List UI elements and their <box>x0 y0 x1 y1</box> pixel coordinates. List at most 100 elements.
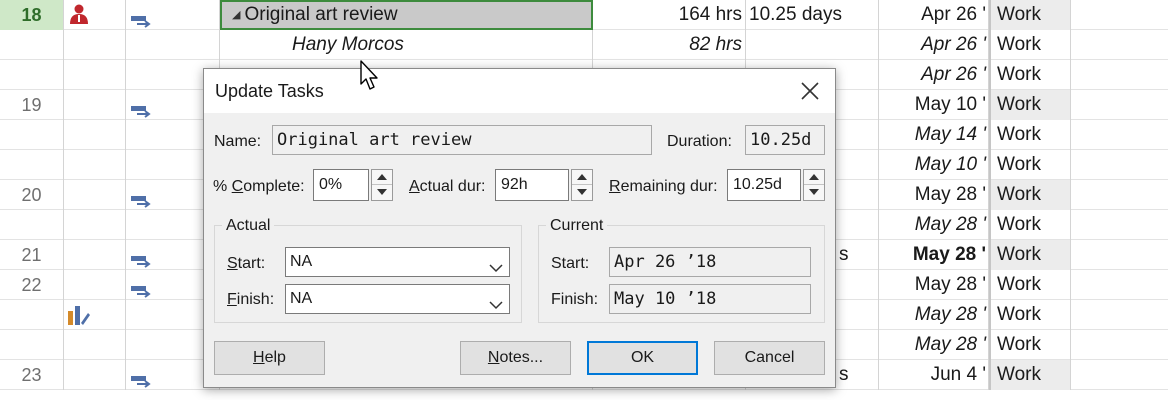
remaining-duration-label: Remaining dur: <box>609 178 718 195</box>
actual-duration-input[interactable]: 92h <box>495 169 569 201</box>
notes-button[interactable]: Notes... <box>460 341 571 375</box>
task-mode-cell[interactable] <box>126 30 220 60</box>
indicator-cell <box>64 120 126 150</box>
update-tasks-dialog: Update Tasks Name: Original art review D… <box>203 68 836 388</box>
work-cell[interactable]: 164 hrs <box>593 0 746 30</box>
table-row[interactable]: Hany Morcos 82 hrs Apr 26 ' Work <box>0 30 1168 60</box>
duration-cell[interactable]: 10.25 days <box>746 0 879 30</box>
task-name-cell[interactable]: Hany Morcos <box>220 30 593 60</box>
actual-finish-combo[interactable]: NA <box>285 284 510 314</box>
start-cell[interactable]: May 10 ' <box>879 90 989 120</box>
percent-complete-label: % Complete: <box>213 178 305 195</box>
start-cell[interactable]: May 28 ' <box>879 300 989 330</box>
empty-cell <box>1071 300 1168 330</box>
resource-person-icon <box>68 3 90 25</box>
empty-cell <box>1071 60 1168 90</box>
row-id-cell[interactable]: 20 <box>0 180 64 210</box>
work-cell[interactable]: 82 hrs <box>593 30 746 60</box>
help-button[interactable]: Help <box>214 341 325 375</box>
start-cell[interactable]: Jun 4 ' <box>879 360 989 390</box>
task-mode-cell[interactable] <box>126 0 220 30</box>
auto-scheduled-task-icon <box>131 279 153 298</box>
auto-scheduled-task-icon <box>131 99 153 118</box>
task-name-text: Original art review <box>244 4 398 25</box>
work-type-cell[interactable]: Work <box>989 60 1071 90</box>
indicator-cell <box>64 0 126 30</box>
chevron-down-icon[interactable] <box>489 293 503 310</box>
work-type-cell[interactable]: Work <box>989 180 1071 210</box>
duration-text: s <box>839 244 849 265</box>
indicator-cell <box>64 330 126 360</box>
close-icon[interactable] <box>799 80 821 102</box>
work-type-cell[interactable]: Work <box>989 240 1071 270</box>
actual-duration-spinner[interactable] <box>571 169 593 201</box>
start-cell[interactable]: May 10 ' <box>879 150 989 180</box>
row-id-cell[interactable]: 22 <box>0 270 64 300</box>
spin-down-icon[interactable] <box>804 185 824 200</box>
duration-label: Duration: <box>667 133 732 150</box>
auto-scheduled-task-icon <box>131 369 153 388</box>
percent-complete-spinner[interactable] <box>371 169 393 201</box>
name-label: Name: <box>214 133 262 150</box>
start-cell[interactable]: May 28 ' <box>879 240 989 270</box>
work-type-cell[interactable]: Work <box>989 210 1071 240</box>
empty-cell <box>1071 90 1168 120</box>
indicator-cell <box>64 210 126 240</box>
empty-cell <box>1071 30 1168 60</box>
auto-scheduled-task-icon <box>131 249 153 268</box>
start-cell[interactable]: May 28 ' <box>879 210 989 240</box>
percent-complete-input[interactable]: 0% <box>313 169 369 201</box>
spin-up-icon[interactable] <box>804 170 824 185</box>
remaining-duration-spinner[interactable] <box>803 169 825 201</box>
work-type-cell[interactable]: Work <box>989 0 1071 30</box>
actual-duration-label: Actual dur: <box>409 178 486 195</box>
remaining-duration-input[interactable]: 10.25d <box>727 169 801 201</box>
collapse-triangle-icon[interactable]: ◢ <box>232 9 240 21</box>
row-id-cell[interactable]: 18 <box>0 0 64 30</box>
cancel-button[interactable]: Cancel <box>714 341 825 375</box>
indicator-cell <box>64 90 126 120</box>
work-type-cell[interactable]: Work <box>989 120 1071 150</box>
table-row[interactable]: 18 ◢ Original art review 164 hrs 10.25 days A… <box>0 0 1168 30</box>
start-cell[interactable]: May 14 ' <box>879 120 989 150</box>
row-id-cell[interactable]: 23 <box>0 360 64 390</box>
actual-finish-value: NA <box>290 290 313 307</box>
start-cell[interactable]: Apr 26 ' <box>879 0 989 30</box>
start-cell[interactable]: May 28 ' <box>879 180 989 210</box>
empty-cell <box>1071 180 1168 210</box>
spin-down-icon[interactable] <box>572 185 592 200</box>
work-type-cell[interactable]: Work <box>989 150 1071 180</box>
ok-button[interactable]: OK <box>587 341 698 375</box>
indicator-cell <box>64 240 126 270</box>
actual-start-value: NA <box>290 253 313 270</box>
work-type-cell[interactable]: Work <box>989 90 1071 120</box>
work-type-cell[interactable]: Work <box>989 270 1071 300</box>
start-cell[interactable]: Apr 26 ' <box>879 60 989 90</box>
row-id-cell[interactable] <box>0 210 64 240</box>
start-cell[interactable]: Apr 26 ' <box>879 30 989 60</box>
row-id-cell[interactable] <box>0 30 64 60</box>
chevron-down-icon[interactable] <box>489 256 503 273</box>
row-id-cell[interactable] <box>0 60 64 90</box>
spin-down-icon[interactable] <box>372 185 392 200</box>
start-cell[interactable]: May 28 ' <box>879 330 989 360</box>
actual-start-combo[interactable]: NA <box>285 247 510 277</box>
task-name-cell[interactable]: ◢ Original art review <box>220 0 593 30</box>
work-type-cell[interactable]: Work <box>989 300 1071 330</box>
duration-cell[interactable] <box>746 30 879 60</box>
row-id-cell[interactable] <box>0 330 64 360</box>
row-id-cell[interactable]: 19 <box>0 90 64 120</box>
work-type-cell[interactable]: Work <box>989 330 1071 360</box>
spin-up-icon[interactable] <box>372 170 392 185</box>
row-id-cell[interactable] <box>0 120 64 150</box>
row-id-cell[interactable]: 21 <box>0 240 64 270</box>
work-type-cell[interactable]: Work <box>989 30 1071 60</box>
row-id-cell[interactable] <box>0 150 64 180</box>
start-cell[interactable]: May 28 ' <box>879 270 989 300</box>
row-id-cell[interactable] <box>0 300 64 330</box>
current-finish-field: May 10 ’18 <box>609 284 811 314</box>
dialog-title-bar: Update Tasks <box>204 69 835 113</box>
work-type-cell[interactable]: Work <box>989 360 1071 390</box>
current-start-label: Start: <box>551 255 590 272</box>
spin-up-icon[interactable] <box>572 170 592 185</box>
